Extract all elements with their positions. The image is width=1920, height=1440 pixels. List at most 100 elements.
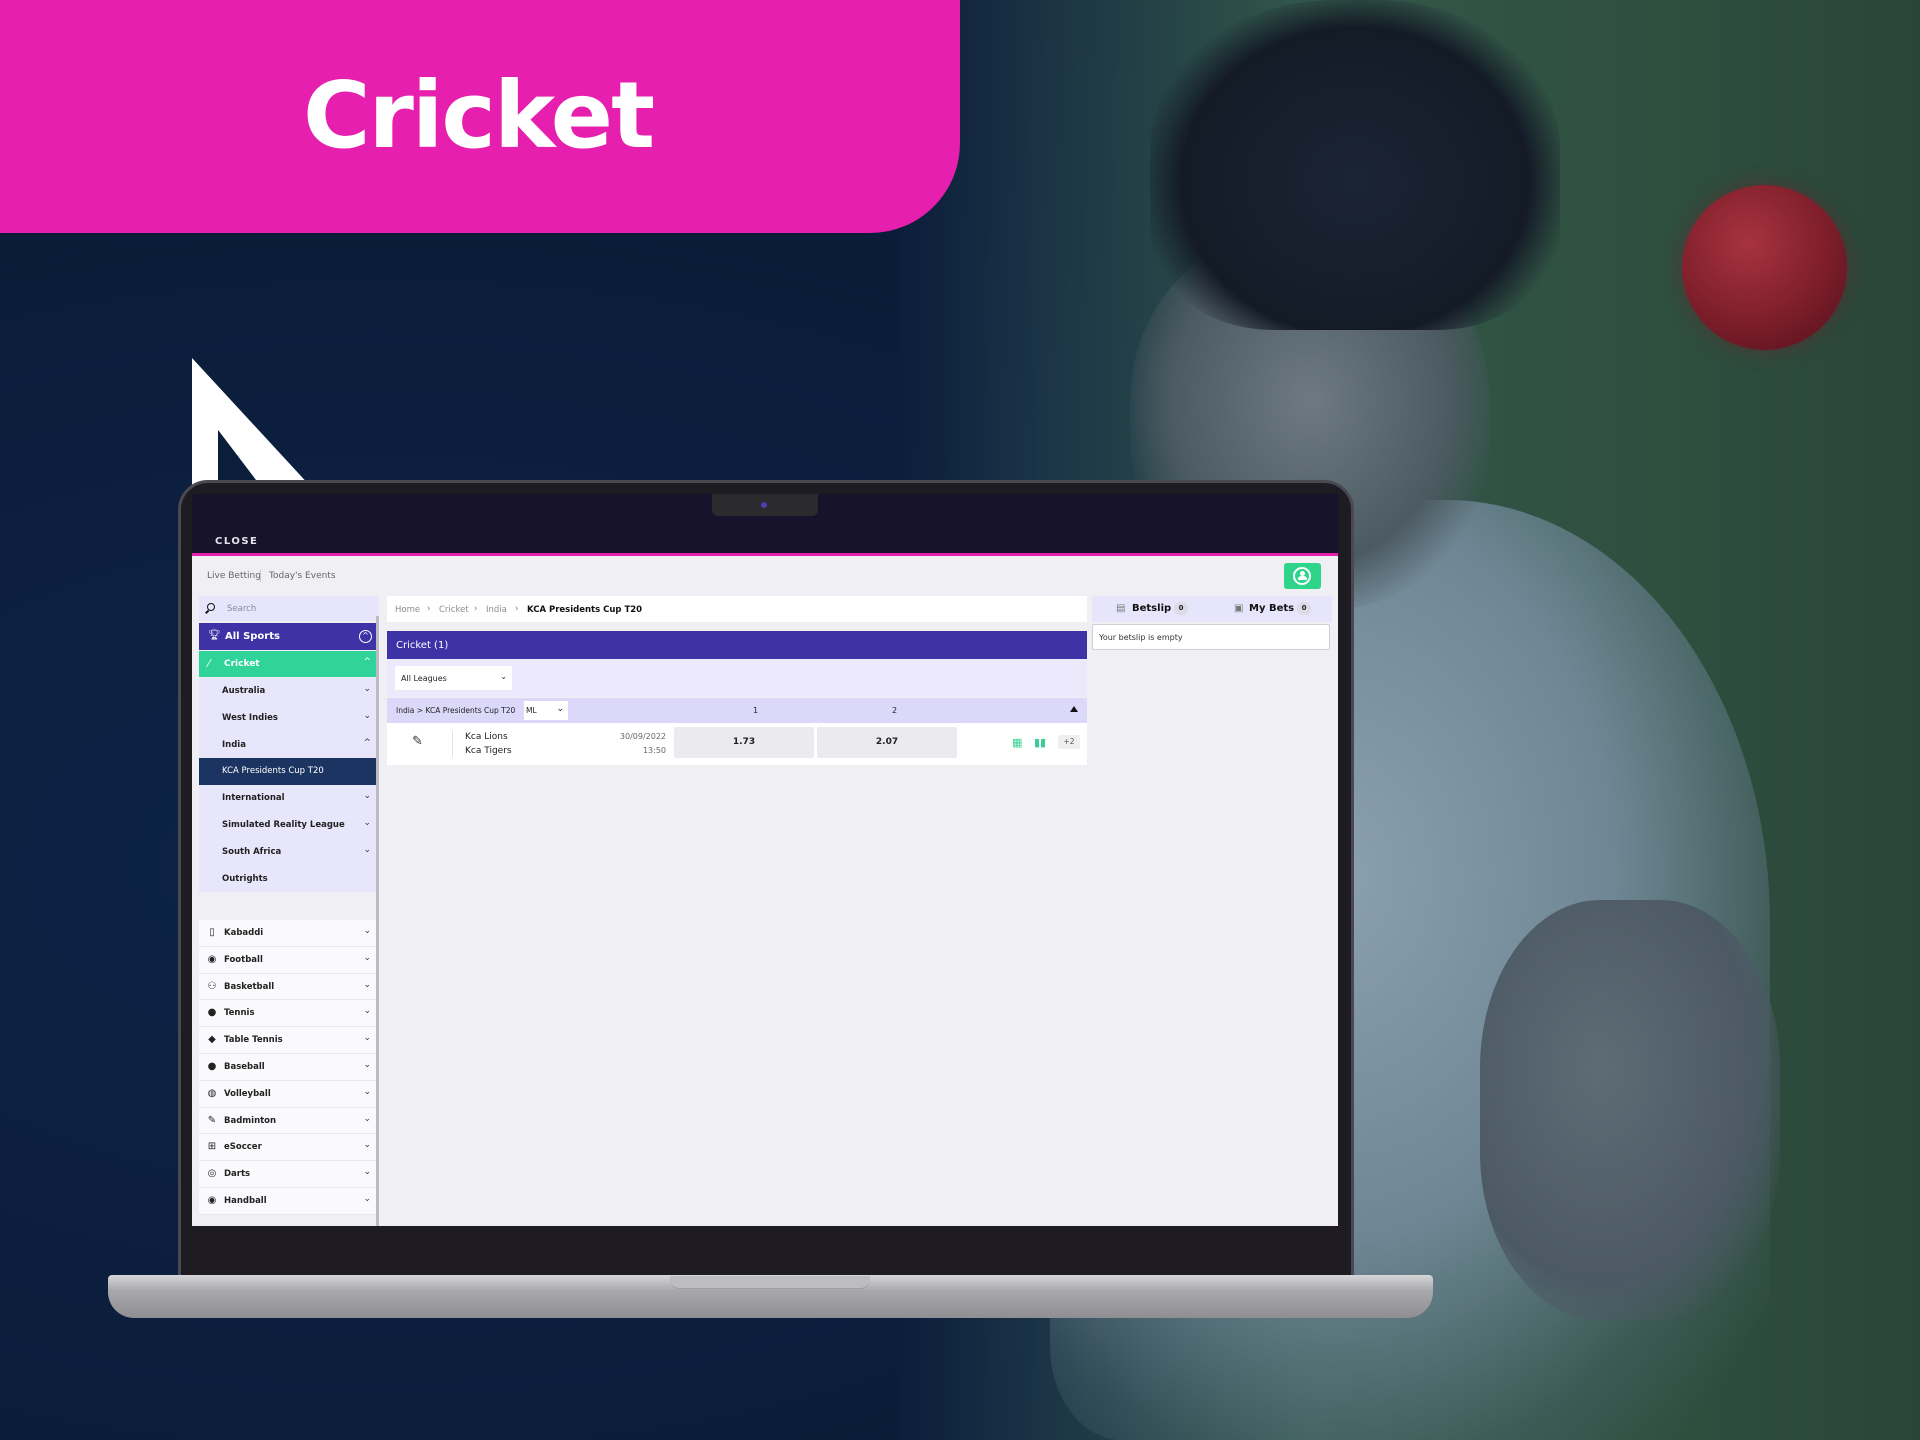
sidebar-item-kabaddi[interactable]: ▯ Kabaddi ⌄	[199, 920, 379, 947]
chevron-up-circle-icon[interactable]: ^	[359, 630, 372, 643]
todays-events-link[interactable]: Today's Events	[269, 571, 336, 581]
kabaddi-icon: ▯	[209, 927, 215, 938]
sidebar-subitem[interactable]: India ^	[199, 731, 379, 759]
market-select[interactable]: ML ⌄	[524, 701, 568, 720]
sidebar-item-baseball[interactable]: ● Baseball ⌄	[199, 1053, 379, 1081]
event-date: 30/09/2022	[619, 732, 666, 741]
live-betting-link[interactable]: Live Betting	[207, 571, 261, 581]
sidebar-item-tennis[interactable]: ● Tennis ⌄	[199, 1000, 379, 1028]
title-banner: Cricket	[0, 0, 960, 233]
chevron-down-icon: ⌄	[363, 1059, 371, 1070]
sidebar-item-basketball[interactable]: ⚇ Basketball ⌄	[199, 973, 379, 1001]
laptop-screen: CLOSE Live Betting Today's Events Search…	[192, 494, 1338, 1226]
chevron-down-icon: ⌄	[363, 817, 371, 828]
sidebar-scrollbar[interactable]	[376, 616, 379, 1226]
sub-navigation: Live Betting Today's Events	[192, 559, 1338, 595]
cricket-sub-list: Australia ⌄ West Indies ⌄ India ^ KCA Presiden…	[199, 678, 379, 893]
chevron-right-icon: ›	[515, 604, 519, 614]
chevron-up-icon: ^	[363, 737, 371, 748]
sidebar-subitem[interactable]: Australia ⌄	[199, 678, 379, 705]
statistics-icon[interactable]: ▮▮	[1034, 736, 1046, 749]
sidebar-item-badminton[interactable]: ✎ Badminton ⌄	[199, 1107, 379, 1135]
sidebar-item-volleyball[interactable]: ◍ Volleyball ⌄	[199, 1080, 379, 1108]
empty-message-text: Your betslip is empty	[1099, 633, 1183, 642]
chevron-down-icon: ⌄	[363, 1033, 371, 1044]
sidebar-subitem-label: KCA Presidents Cup T20	[222, 766, 324, 777]
live-stream-icon[interactable]: ▦	[1012, 736, 1022, 749]
chevron-down-icon: ⌄	[363, 1193, 371, 1204]
collapse-arrow-icon[interactable]	[1070, 706, 1078, 712]
betslip-icon: ▤	[1116, 603, 1126, 614]
chevron-right-icon: ›	[474, 604, 478, 614]
sidebar-item-table-tennis[interactable]: ◆ Table Tennis ⌄	[199, 1027, 379, 1054]
chevron-down-icon: ⌄	[363, 1140, 371, 1151]
sidebar-subitem[interactable]: Outrights	[199, 865, 379, 893]
odds-value: 1.73	[732, 737, 756, 747]
section-title: Cricket (1)	[396, 640, 449, 651]
badminton-icon: ✎	[207, 1114, 217, 1126]
chevron-down-icon: ⌄	[363, 952, 371, 963]
sidebar-item-label: Handball	[224, 1195, 267, 1206]
breadcrumb-home[interactable]: Home	[395, 605, 420, 615]
sidebar-item-football[interactable]: ◉ Football ⌄	[199, 946, 379, 974]
account-button[interactable]	[1284, 563, 1321, 589]
breadcrumb-cricket[interactable]: Cricket	[439, 605, 469, 615]
sidebar-item-label: Badminton	[224, 1115, 277, 1126]
trophy-icon: 🏆︎	[208, 630, 221, 641]
sidebar-subitem-label: South Africa	[222, 846, 282, 857]
tennis-icon: ●	[207, 1007, 217, 1019]
subnav-divider	[260, 570, 261, 582]
darts-icon: ◎	[207, 1168, 217, 1180]
column-header-1: 1	[753, 706, 759, 715]
sidebar-item-label: Baseball	[224, 1061, 265, 1072]
column-header-2: 2	[892, 706, 898, 715]
search-icon	[207, 603, 215, 611]
more-markets-button[interactable]: +2	[1058, 735, 1080, 749]
breadcrumb-india[interactable]: India	[486, 605, 507, 615]
laptop-base-notch	[670, 1276, 870, 1289]
sidebar-subitem[interactable]: International ⌄	[199, 785, 379, 812]
close-button[interactable]: CLOSE	[215, 536, 258, 547]
sidebar-subitem[interactable]: KCA Presidents Cup T20	[199, 758, 379, 786]
sidebar-subitem[interactable]: South Africa ⌄	[199, 838, 379, 866]
league-select[interactable]: All Leagues ⌄	[395, 666, 512, 690]
table-tennis-icon: ◆	[208, 1034, 216, 1046]
odds-button-2[interactable]: 2.07	[817, 727, 957, 758]
basketball-icon: ⚇	[207, 980, 217, 992]
chevron-right-icon: ›	[427, 604, 431, 614]
sidebar-subitem-label: Simulated Reality League	[222, 819, 345, 830]
football-icon: ◉	[207, 953, 217, 965]
all-sports-header[interactable]: 🏆︎ All Sports ^	[199, 623, 379, 650]
home-team: Kca Lions	[465, 732, 508, 742]
sidebar-subitem[interactable]: West Indies ⌄	[199, 704, 379, 732]
breadcrumb-current: KCA Presidents Cup T20	[527, 605, 643, 615]
sidebar-item-esoccer[interactable]: ⊞ eSoccer ⌄	[199, 1134, 379, 1162]
sidebar-item-label: Cricket	[224, 659, 260, 669]
sidebar-item-handball[interactable]: ◉ Handball ⌄	[199, 1187, 379, 1215]
odds-button-1[interactable]: 1.73	[674, 727, 814, 758]
chevron-down-icon: ⌄	[363, 791, 371, 802]
row-divider	[452, 731, 453, 757]
sidebar-subitem[interactable]: Simulated Reality League ⌄	[199, 811, 379, 839]
chevron-down-icon: ⌄	[363, 844, 371, 855]
chevron-down-icon: ⌄	[363, 684, 371, 694]
sidebar-item-darts[interactable]: ◎ Darts ⌄	[199, 1161, 379, 1188]
event-row[interactable]: ✎ Kca Lions Kca Tigers 30/09/2022 13:50 …	[387, 723, 1087, 765]
search-placeholder: Search	[227, 604, 257, 614]
chevron-down-icon: ⌄	[363, 926, 371, 936]
player-hand-image	[1480, 900, 1780, 1320]
baseball-icon: ●	[207, 1060, 217, 1072]
tab-my-bets[interactable]: My Bets	[1249, 603, 1294, 614]
chevron-down-icon: ⌄	[500, 672, 507, 681]
search-input[interactable]: Search	[199, 596, 379, 621]
cricket-bat-icon: ✎	[412, 734, 423, 749]
sidebar-item-cricket[interactable]: ⁄ Cricket ^	[199, 651, 379, 677]
chevron-down-icon: ⌄	[363, 979, 371, 990]
sidebar-item-label: Tennis	[224, 1008, 255, 1019]
my-bets-count-badge: 0	[1297, 602, 1311, 615]
sidebar-subitem-label: Australia	[222, 686, 266, 696]
sidebar-subitem-label: International	[222, 793, 285, 804]
tab-betslip[interactable]: Betslip	[1132, 603, 1171, 614]
sidebar-subitem-label: Outrights	[222, 873, 268, 884]
chevron-down-icon: ⌄	[363, 710, 371, 721]
